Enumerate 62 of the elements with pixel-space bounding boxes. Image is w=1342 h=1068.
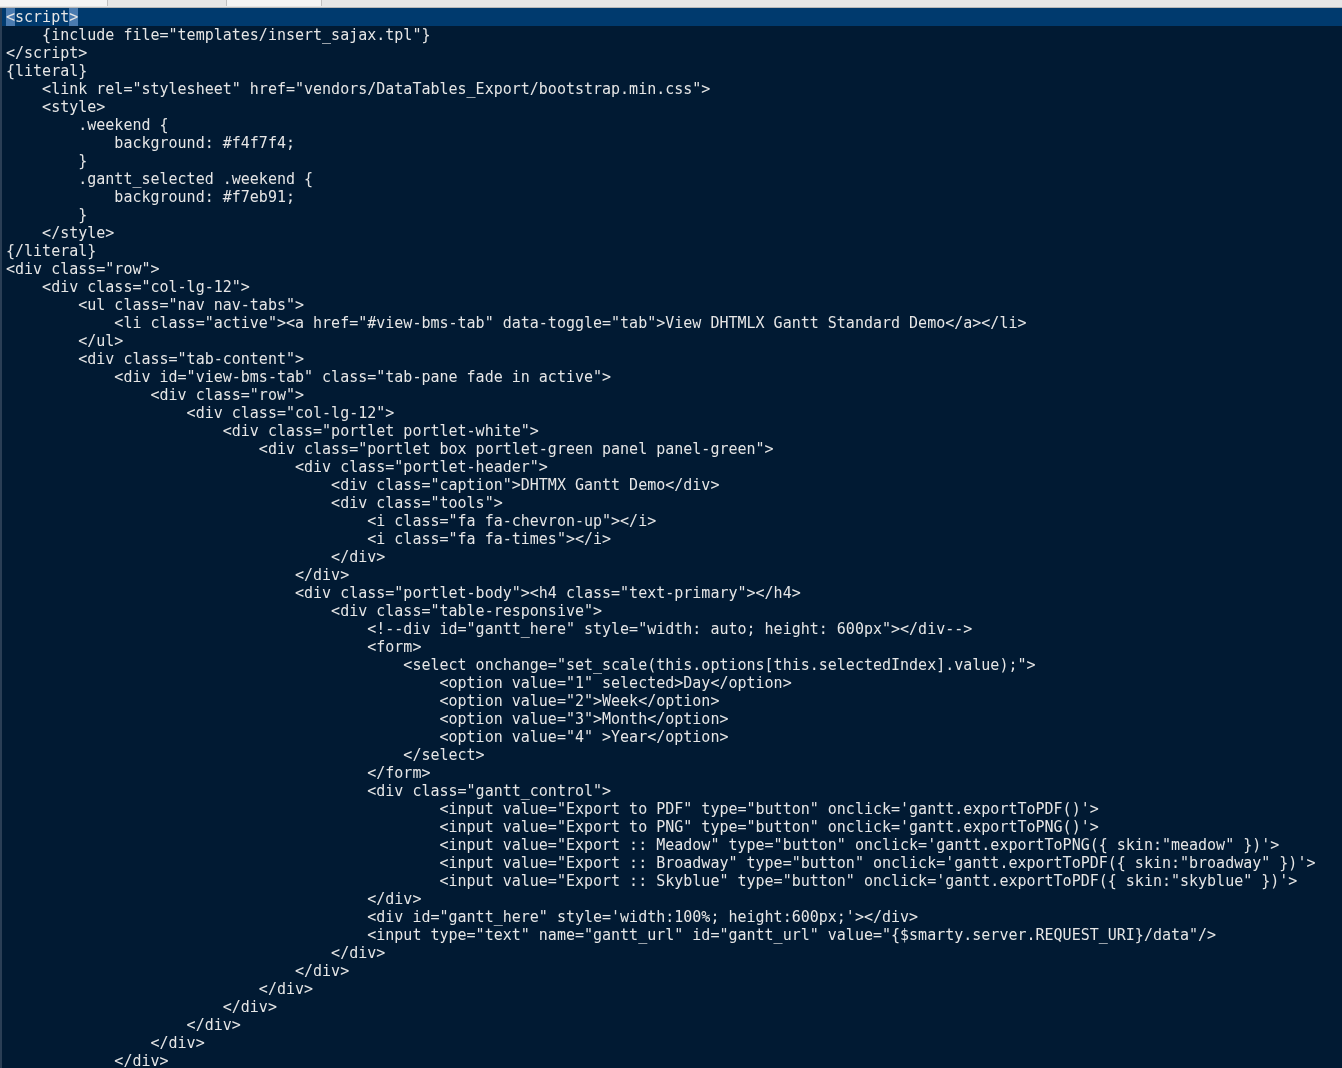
code-line: {/literal} <box>6 242 97 260</box>
code-line: {include file="templates/insert_sajax.tpl"} <box>41 26 431 44</box>
code-line: <select onchange="set_scale(this.options[this.selectedIndex].value);"> <box>402 656 1036 674</box>
code-line: <input value="Export :: Broadway" type="button" onclick='gantt.exportToPDF({ skin:"broadway" })'> <box>438 854 1316 872</box>
code-line: .weekend { <box>77 116 169 134</box>
code-line: </div> <box>221 998 277 1016</box>
code-line: <div class="col-lg-12"> <box>185 404 395 422</box>
code-line: <link rel="stylesheet" href="vendors/DataTables_Export/bootstrap.min.css"> <box>41 80 711 98</box>
code-line: <form> <box>366 638 422 656</box>
code-line: </div> <box>366 890 422 908</box>
code-line: </div> <box>185 1016 241 1034</box>
code-line: </select> <box>402 746 485 764</box>
code-line: } <box>77 152 88 170</box>
code-line: <div class="col-lg-12"> <box>41 278 250 296</box>
code-line: <div id="view-bms-tab" class="tab-pane fade in active"> <box>113 368 612 386</box>
code-line: <div class="tab-content"> <box>77 350 304 368</box>
code-line: <!--div id="gantt_here" style="width: auto; height: 600px"></div--> <box>366 620 973 638</box>
code-line: <style> <box>41 98 106 116</box>
code-area[interactable] <box>0 8 1342 1068</box>
code-line: </div> <box>149 1034 205 1052</box>
code-line: <div class="portlet-header"> <box>294 458 548 476</box>
code-line: <option value="1" selected>Day</option> <box>438 674 792 692</box>
code-line: </div> <box>113 1052 169 1068</box>
code-line: <div class="table-responsive"> <box>330 602 603 620</box>
code-line: <div class="portlet-body"><h4 class="text-primary"></h4> <box>294 584 801 602</box>
code-line: .gantt_selected .weekend { <box>77 170 314 188</box>
code-line: <input value="Export to PDF" type="button" onclick='gantt.exportToPDF()'> <box>438 800 1099 818</box>
code-line: <input type="text" name="gantt_url" id="gantt_url" value="{$smarty.server.REQUEST_URI}/data"/> <box>366 926 1217 944</box>
code-line: </div> <box>330 548 386 566</box>
code-line: <div class="caption">DHTMX Gantt Demo</div> <box>330 476 720 494</box>
code-line: <div class="tools"> <box>330 494 503 512</box>
window-tab[interactable] <box>0 0 108 6</box>
code-line: <option value="3">Month</option> <box>438 710 729 728</box>
code-line: <input value="Export to PNG" type="button" onclick='gantt.exportToPNG()'> <box>438 818 1099 836</box>
code-line: </div> <box>330 944 386 962</box>
code-line: <input value="Export :: Skyblue" type="button" onclick='gantt.exportToPDF({ skin:"skyblue" })'> <box>438 872 1298 890</box>
code-line: } <box>77 206 88 224</box>
code-line: <option value="4" >Year</option> <box>438 728 729 746</box>
code-line: </script> <box>6 44 88 62</box>
code-line: </div> <box>257 980 314 998</box>
code-line: </div> <box>294 566 350 584</box>
code-line: <div class="row"> <box>149 386 304 404</box>
code-line: </style> <box>41 224 115 242</box>
code-line: <option value="2">Week</option> <box>438 692 720 710</box>
code-line: background: #f4f7f4; <box>113 134 295 152</box>
code-line: </div> <box>294 962 350 980</box>
code-line: <ul class="nav nav-tabs"> <box>77 296 304 314</box>
code-line: <i class="fa fa-times"></i> <box>366 530 612 548</box>
code-line: <li class="active"><a href="#view-bms-tab" data-toggle="tab">View DHTMLX Gantt Standard Demo</a></li> <box>113 314 1027 332</box>
code-line: <i class="fa fa-chevron-up"></i> <box>366 512 657 530</box>
code-line: <script> <box>6 8 79 26</box>
code-line: <div class="portlet box portlet-green panel panel-green"> <box>257 440 774 458</box>
code-line: </ul> <box>77 332 124 350</box>
code-line: <input value="Export :: Meadow" type="button" onclick='gantt.exportToPNG({ skin:"meadow" })'> <box>438 836 1280 854</box>
code-line: </form> <box>366 764 431 782</box>
code-line: <div class="row"> <box>6 260 160 278</box>
code-line: background: #f7eb91; <box>113 188 295 206</box>
code-line: {literal} <box>6 62 88 80</box>
code-line: <div class="gantt_control"> <box>366 782 612 800</box>
code-line: <div class="portlet portlet-white"> <box>221 422 539 440</box>
code-line: <div id="gantt_here" style='width:100%; height:600px;'></div> <box>366 908 919 926</box>
window-tab[interactable] <box>226 0 322 6</box>
